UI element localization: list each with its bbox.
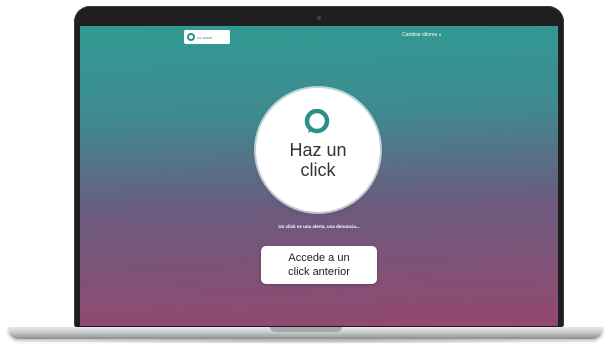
caret-down-icon: ▾ <box>439 32 442 37</box>
laptop-shadow <box>30 338 581 344</box>
previous-click-label-line1: Accede a un <box>288 252 350 264</box>
previous-click-label-line2: click anterior <box>288 266 350 278</box>
hero-title-line2: click <box>300 160 336 180</box>
laptop-notch <box>270 327 342 332</box>
make-click-button[interactable]: Haz un click <box>256 88 380 212</box>
hero-title-line1: Haz un <box>289 140 347 160</box>
laptop-screen: zo-reset Cambiar idioma ▾ Haz un click Un… <box>80 26 558 326</box>
previous-click-button[interactable]: Accede a un click anterior <box>261 246 377 284</box>
webcam <box>317 16 321 20</box>
logo-mark-icon <box>187 33 195 41</box>
chat-bubble-icon <box>304 109 330 134</box>
tagline: Un click es una alerta, una denuncia... <box>278 224 360 229</box>
logo-text: zo-reset <box>197 34 213 40</box>
language-dropdown[interactable]: Cambiar idioma ▾ <box>402 32 441 38</box>
brand-logo[interactable]: zo-reset <box>184 30 230 44</box>
language-label: Cambiar idioma <box>402 32 438 38</box>
